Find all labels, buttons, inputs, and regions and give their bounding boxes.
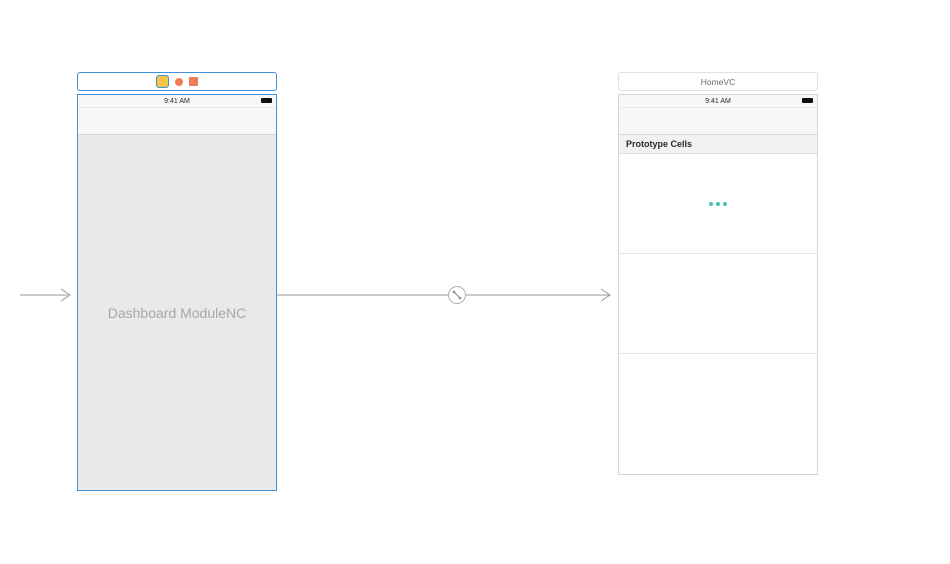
status-time: 9:41 AM xyxy=(164,98,190,105)
exit-icon xyxy=(189,77,198,86)
status-bar: 9:41 AM xyxy=(619,95,817,108)
phone-body: Dashboard ModuleNC xyxy=(78,135,276,490)
table-prototype-cell[interactable] xyxy=(619,354,817,474)
scene-home-vc[interactable]: HomeVC 9:41 AM Prototype Cells xyxy=(618,72,818,475)
first-responder-icon xyxy=(175,78,183,86)
battery-icon xyxy=(261,98,272,103)
loading-dots-icon xyxy=(709,202,727,206)
entry-arrow xyxy=(20,288,77,302)
nav-controller-icon xyxy=(156,75,169,88)
phone-frame-left[interactable]: 9:41 AM Dashboard ModuleNC xyxy=(77,94,277,491)
table-prototype-cell[interactable] xyxy=(619,254,817,354)
table-prototype-cell[interactable] xyxy=(619,154,817,254)
scene-title-bar[interactable]: HomeVC xyxy=(618,72,818,91)
segue-relationship-icon[interactable] xyxy=(448,286,466,304)
prototype-cells-header: Prototype Cells xyxy=(619,135,817,154)
scene-title-bar[interactable] xyxy=(77,72,277,91)
phone-frame-right[interactable]: 9:41 AM Prototype Cells xyxy=(618,94,818,475)
status-time: 9:41 AM xyxy=(705,98,731,105)
navigation-bar[interactable] xyxy=(78,108,276,135)
scene-title-label: HomeVC xyxy=(701,77,735,87)
status-bar: 9:41 AM xyxy=(78,95,276,108)
battery-icon xyxy=(802,98,813,103)
navigation-bar[interactable] xyxy=(619,108,817,135)
placeholder-label: Dashboard ModuleNC xyxy=(108,305,247,321)
scene-dashboard-module-nc[interactable]: 9:41 AM Dashboard ModuleNC xyxy=(77,72,277,491)
